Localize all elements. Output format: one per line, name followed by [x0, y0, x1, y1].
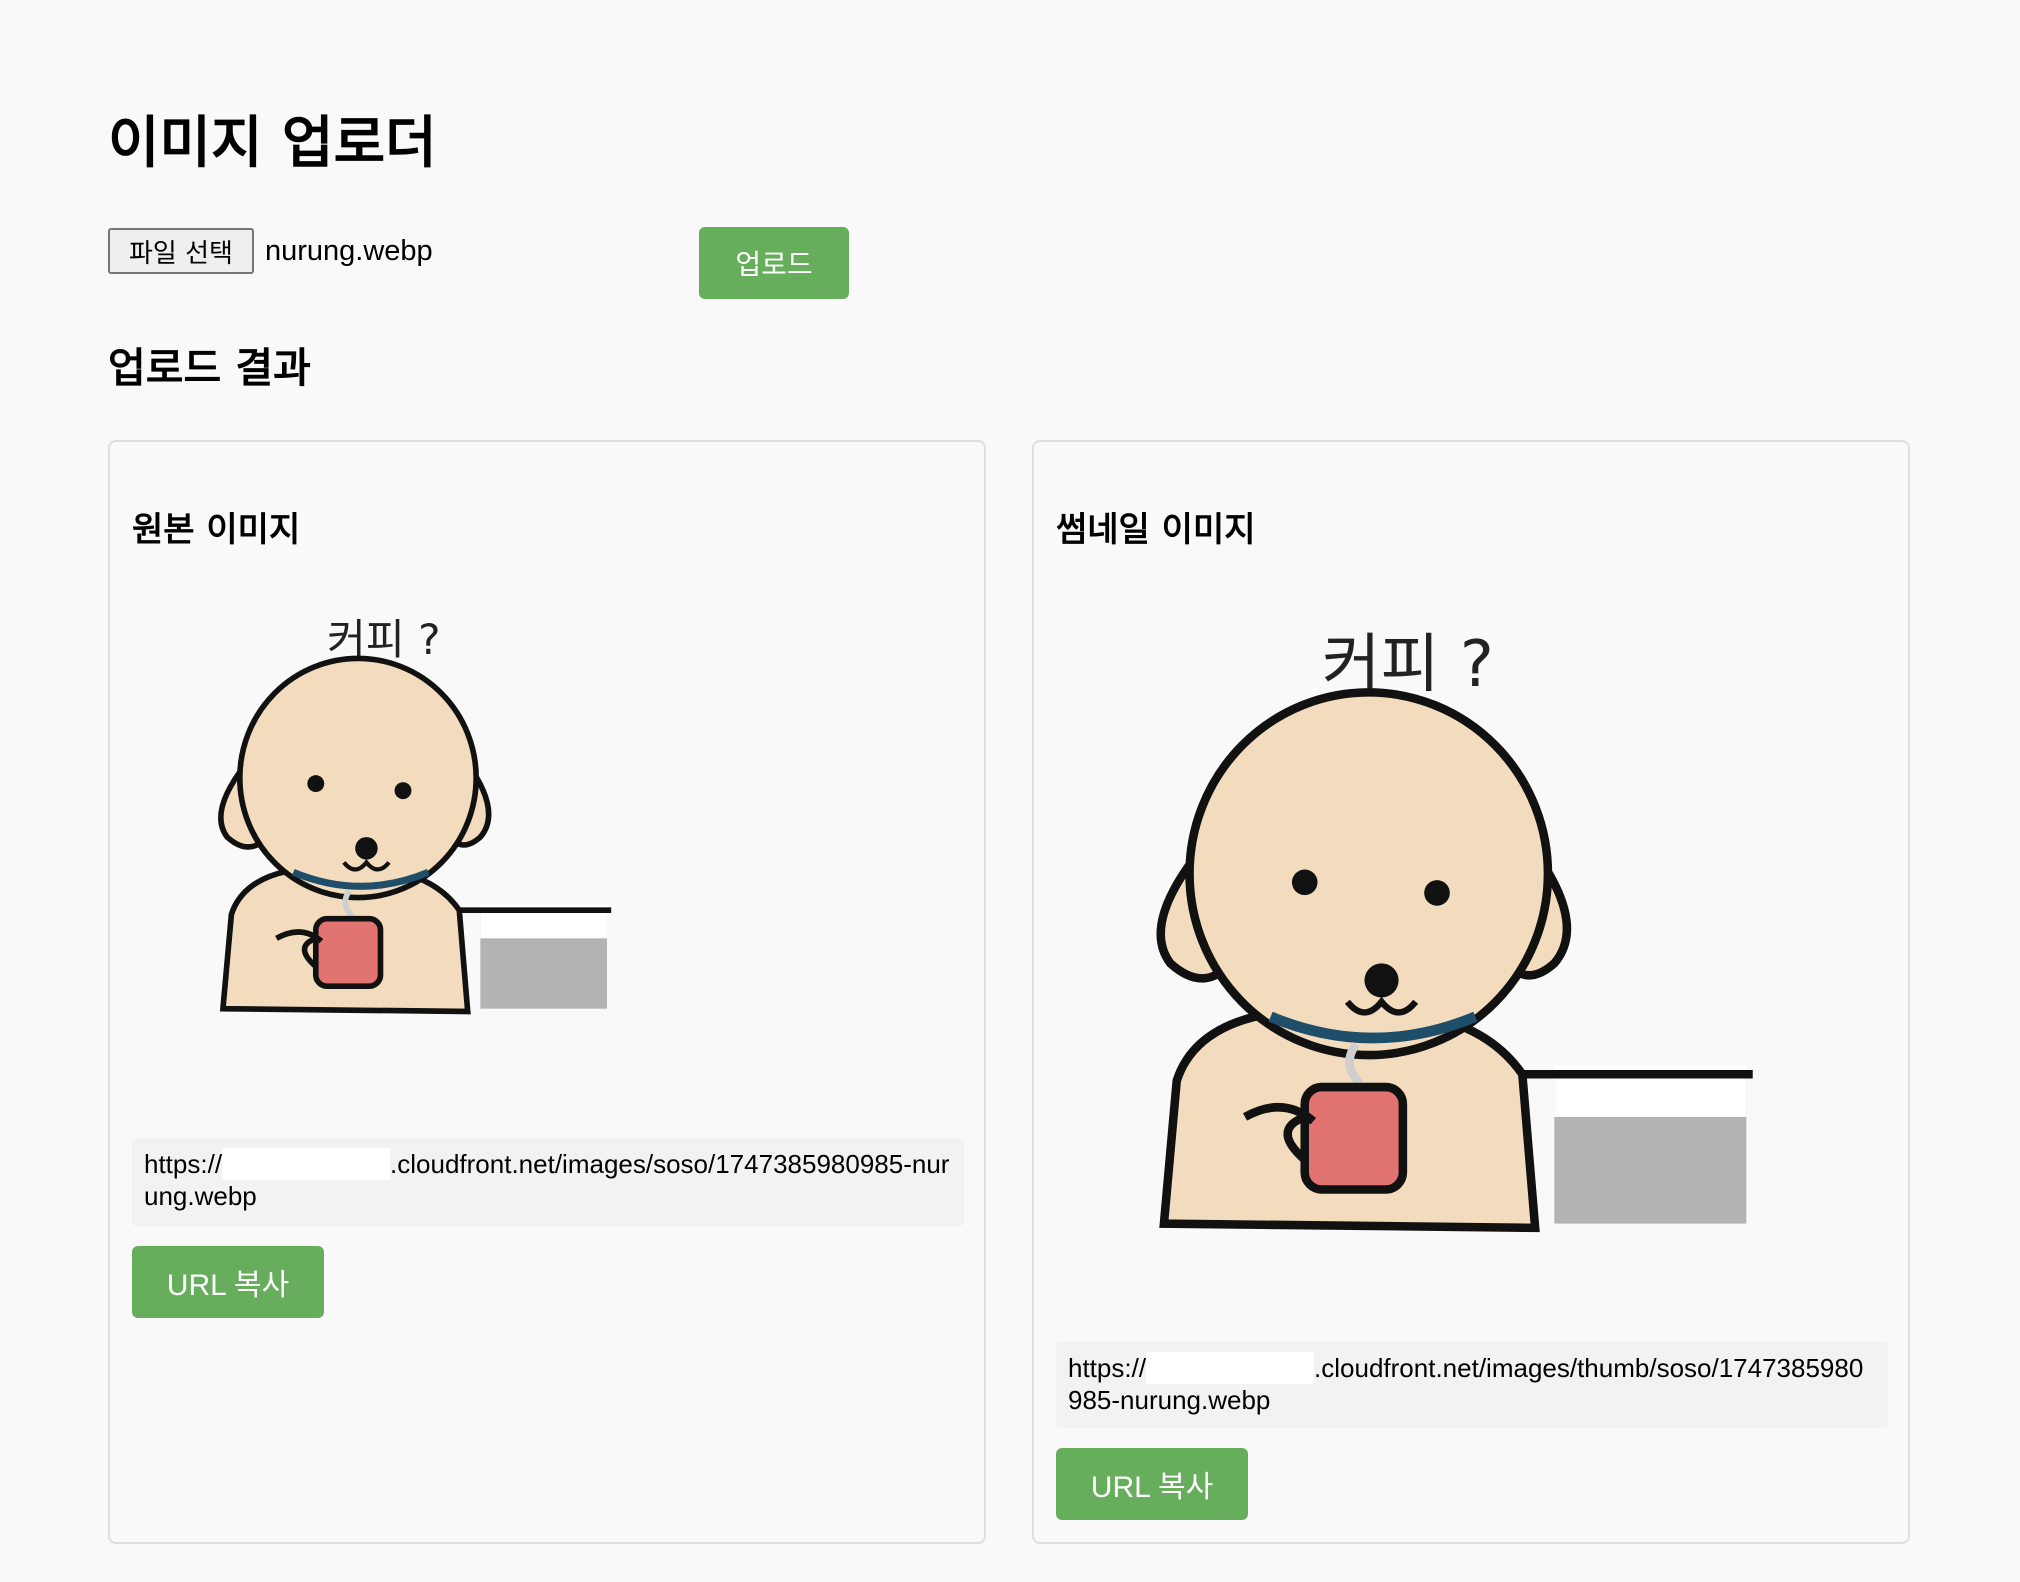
thumbnail-image: 커피 ? — [1112, 622, 1762, 1262]
selected-file-name: nurung.webp — [265, 235, 433, 267]
original-image-title: 원본 이미지 — [132, 510, 301, 550]
copy-original-url-button[interactable]: URL 복사 — [132, 1246, 324, 1318]
copy-thumbnail-url-button[interactable]: URL 복사 — [1056, 1448, 1248, 1520]
thumbnail-image-url: https://.cloudfront.net/images/thumb/sos… — [1056, 1342, 1888, 1428]
thumbnail-image-title: 썸네일 이미지 — [1056, 510, 1256, 550]
original-image-url: https://.cloudfront.net/images/soso/1747… — [132, 1138, 964, 1226]
upload-results-title: 업로드 결과 — [108, 344, 311, 392]
upload-button[interactable]: 업로드 — [699, 227, 849, 299]
redacted-domain — [222, 1148, 391, 1180]
choose-file-button[interactable]: 파일 선택 — [108, 228, 254, 274]
url-prefix: https:// — [144, 1149, 223, 1179]
original-image: 커피 ? — [188, 612, 618, 1034]
page-title: 이미지 업로더 — [108, 111, 437, 176]
original-image-card: 원본 이미지 커피 ? https:// .cloudfront.net/ima… — [108, 440, 986, 1544]
image-uploader-page: 이미지 업로더 파일 선택 nurung.webp 업로드 업로드 결과 원본 … — [0, 0, 2020, 1582]
redacted-domain — [1146, 1352, 1315, 1384]
url-prefix: https:// — [1068, 1353, 1147, 1383]
thumbnail-image-card: 썸네일 이미지 커피 ? https:// .cloudfront.net/im… — [1032, 440, 1910, 1544]
